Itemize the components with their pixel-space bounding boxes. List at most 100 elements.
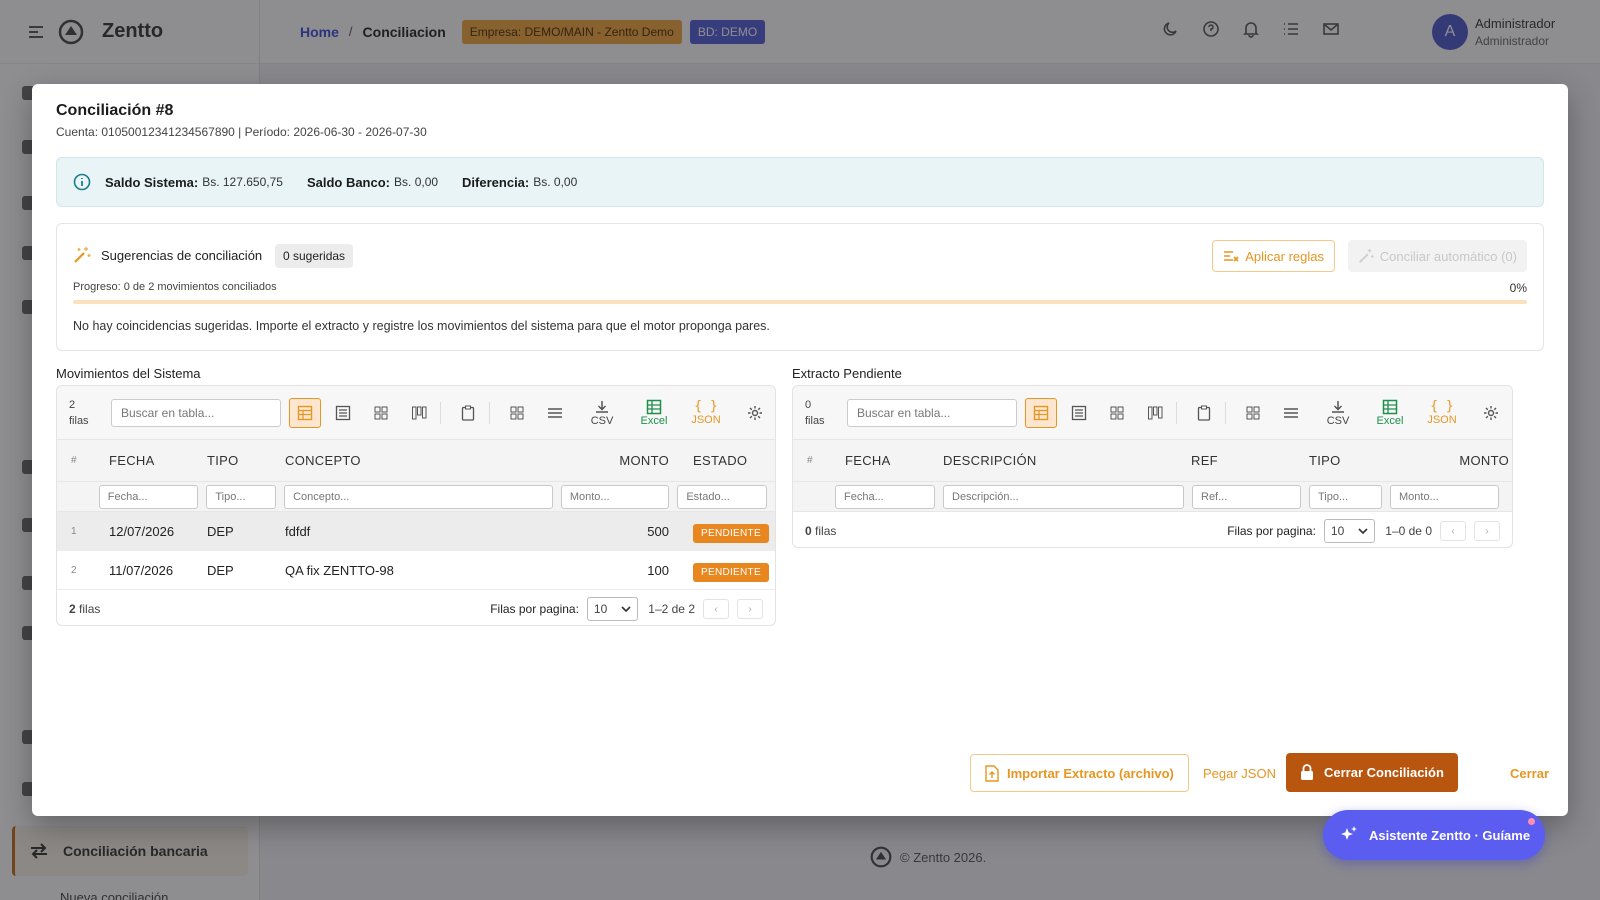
col-tipo-header[interactable]: TIPO [1309, 453, 1399, 468]
diferencia-label: Diferencia: [462, 174, 530, 190]
prev-page-button[interactable]: ‹ [1440, 521, 1466, 541]
progress-label: Progreso: 0 de 2 movimientos conciliados [73, 281, 277, 293]
balance-summary: Saldo Sistema: Bs. 127.650,75 Saldo Banc… [56, 157, 1544, 207]
prev-page-button[interactable]: ‹ [703, 599, 729, 619]
col-fecha-header[interactable]: FECHA [99, 453, 207, 468]
apply-rules-label: Aplicar reglas [1245, 248, 1324, 264]
close-reconciliation-button[interactable]: Cerrar Conciliación [1286, 753, 1458, 792]
export-json-button[interactable]: { } JSON [685, 399, 727, 426]
export-json-button[interactable]: { } JSON [1421, 399, 1463, 426]
density-button[interactable] [539, 398, 571, 428]
suggestions-count-badge: 0 sugeridas [275, 244, 354, 268]
clipboard-button[interactable] [1188, 398, 1220, 428]
saldo-sistema-label: Saldo Sistema: [105, 174, 199, 190]
export-csv-button[interactable]: CSV [1317, 399, 1359, 427]
reconciliation-modal: Conciliación #8 Cuenta: 0105001234123456… [32, 84, 1568, 816]
list-view-button[interactable] [327, 398, 359, 428]
table-view-button[interactable] [289, 397, 321, 428]
saldo-sistema-value: Bs. 127.650,75 [202, 175, 283, 189]
filter-monto-input[interactable]: Monto... [1390, 484, 1499, 509]
rows-per-page-select[interactable]: 10 [586, 597, 639, 621]
export-excel-button[interactable]: Excel [1369, 399, 1411, 427]
json-label: JSON [691, 414, 721, 426]
col-estado-header[interactable]: ESTADO [679, 453, 747, 468]
cell-num: 2 [71, 564, 77, 576]
col-monto-header[interactable]: MONTO [555, 453, 679, 468]
apply-rules-button[interactable]: Aplicar reglas [1212, 240, 1335, 272]
excel-icon [646, 399, 662, 415]
row-count-word: filas [69, 414, 89, 427]
chevron-down-icon [1358, 528, 1368, 534]
filter-tipo-input[interactable]: Tipo... [206, 484, 277, 509]
filter-tipo-input[interactable]: Tipo... [1309, 484, 1382, 509]
filter-descripcion-input[interactable]: Descripción... [943, 484, 1184, 509]
import-statement-button[interactable]: Importar Extracto (archivo) [970, 754, 1189, 792]
assistant-button[interactable]: Asistente Zentto · Guíame [1323, 810, 1545, 860]
kanban-icon [411, 405, 427, 421]
col-ref-header[interactable]: REF [1191, 453, 1309, 468]
paste-json-button[interactable]: Pegar JSON [1203, 766, 1276, 781]
density-grid-button[interactable] [501, 398, 533, 428]
sparkles-icon [1339, 825, 1359, 845]
row-count: 0 filas [793, 397, 847, 429]
row-count-number: 2 [69, 398, 76, 411]
filter-fecha-input[interactable]: Fecha... [98, 484, 199, 509]
progress-percent: 0% [1509, 281, 1527, 295]
next-page-button[interactable]: › [1474, 521, 1500, 541]
next-page-button[interactable]: › [737, 599, 763, 619]
braces-icon: { } [1430, 399, 1454, 414]
suggestions-card: Sugerencias de conciliación 0 sugeridas … [56, 223, 1544, 351]
filter-ref-input[interactable]: Ref... [1192, 484, 1301, 509]
search-input[interactable]: Buscar en tabla... [847, 398, 1017, 427]
close-button[interactable]: Cerrar [1510, 766, 1549, 781]
lines-icon [1283, 406, 1299, 420]
filter-monto-input[interactable]: Monto... [560, 484, 670, 509]
progress-bar [73, 300, 1527, 304]
status-badge: PENDIENTE [693, 523, 769, 543]
export-csv-button[interactable]: CSV [581, 399, 623, 427]
table-view-button[interactable] [1025, 397, 1057, 428]
excel-icon [1382, 399, 1398, 415]
col-concepto-header[interactable]: CONCEPTO [285, 453, 555, 468]
col-descripcion-header[interactable]: DESCRIPCIÓN [943, 453, 1191, 468]
filter-concepto-input[interactable]: Concepto... [284, 484, 553, 509]
suggestions-title: Sugerencias de conciliación [101, 248, 263, 263]
col-fecha-header[interactable]: FECHA [835, 453, 943, 468]
grid-view-button[interactable] [365, 398, 397, 428]
density-grid-button[interactable] [1237, 398, 1269, 428]
gear-icon [1483, 405, 1499, 421]
density-button[interactable] [1275, 398, 1307, 428]
table-row[interactable]: 2 11/07/2026 DEP QA fix ZENTTO-98 100 PE… [57, 551, 775, 590]
list-detail-icon [1071, 405, 1087, 421]
download-icon [594, 399, 610, 415]
export-excel-button[interactable]: Excel [633, 399, 675, 427]
settings-button[interactable] [739, 398, 771, 428]
assistant-label: Asistente Zentto · Guíame [1369, 827, 1531, 843]
clipboard-button[interactable] [452, 398, 484, 428]
auto-reconcile-label: Conciliar automático (0) [1379, 248, 1517, 264]
csv-label: CSV [590, 414, 614, 427]
kanban-view-button[interactable] [403, 398, 435, 428]
col-monto-header[interactable]: MONTO [1399, 453, 1509, 468]
filter-fecha-input[interactable]: Fecha... [835, 484, 935, 509]
auto-reconcile-button[interactable]: Conciliar automático (0) [1347, 240, 1527, 272]
grid-view-button[interactable] [1101, 398, 1133, 428]
filter-estado-input[interactable]: Estado... [677, 484, 767, 509]
kanban-icon [1147, 405, 1163, 421]
list-view-button[interactable] [1063, 398, 1095, 428]
diferencia-value: Bs. 0,00 [533, 175, 578, 189]
file-upload-icon [985, 764, 999, 782]
kanban-view-button[interactable] [1139, 398, 1171, 428]
search-input[interactable]: Buscar en tabla... [111, 398, 281, 427]
braces-icon: { } [694, 399, 718, 414]
rows-per-page-select[interactable]: 10 [1323, 519, 1376, 543]
pagination-range: 1–0 de 0 [1385, 524, 1432, 538]
filter-row: Fecha... Descripción... Ref... Tipo... M… [793, 482, 1512, 512]
col-num-header: # [71, 455, 77, 466]
col-tipo-header[interactable]: TIPO [207, 453, 285, 468]
settings-button[interactable] [1475, 398, 1507, 428]
rows-per-page-value: 10 [593, 602, 608, 616]
rows-per-page-value: 10 [1330, 524, 1345, 538]
table-row[interactable]: 1 12/07/2026 DEP fdfdf 500 PENDIENTE [57, 512, 775, 551]
footer-row-word: filas [79, 602, 101, 616]
